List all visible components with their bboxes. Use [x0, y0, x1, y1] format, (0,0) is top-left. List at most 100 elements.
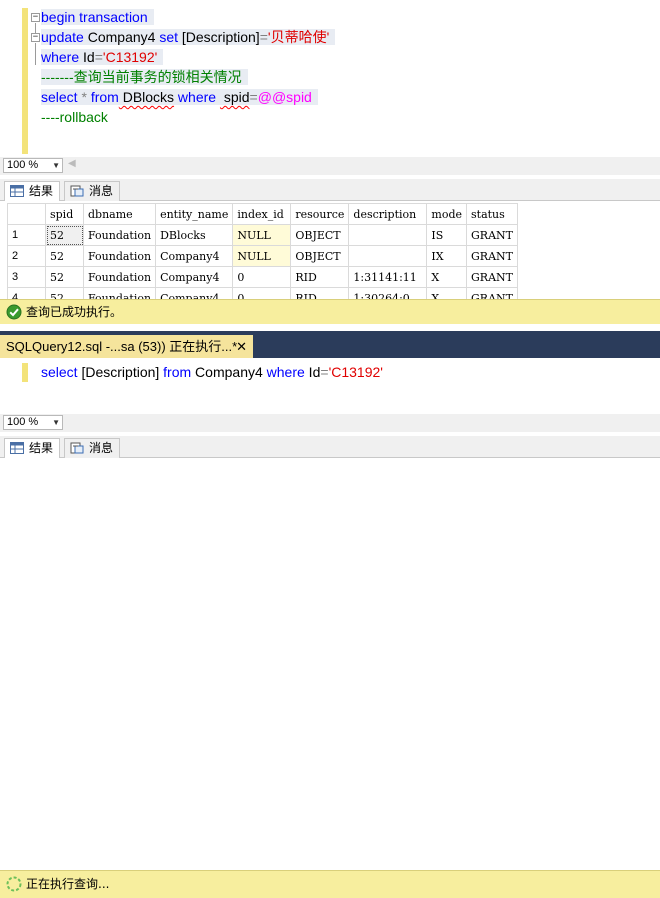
results-grid[interactable]: spid dbname entity_name index_id resource des…	[7, 203, 518, 299]
spinner-icon	[6, 876, 22, 892]
code-token: =	[320, 364, 329, 380]
table-cell[interactable]: RID	[290, 287, 350, 299]
change-indicator-bar	[22, 8, 28, 154]
table-cell[interactable]: 52	[45, 287, 84, 299]
table-cell[interactable]: Foundation	[82, 245, 157, 267]
column-header[interactable]: spid	[45, 203, 84, 225]
results-grid-area: spid dbname entity_name index_id resource des…	[0, 201, 660, 299]
row-number[interactable]: 3	[7, 266, 46, 288]
table-cell[interactable]: GRANT	[466, 266, 518, 288]
table-cell[interactable]: OBJECT	[290, 245, 350, 267]
tab-messages[interactable]: 消息	[64, 181, 121, 201]
table-cell[interactable]: GRANT	[466, 224, 518, 246]
table-cell[interactable]: Company4	[155, 245, 234, 267]
scroll-left-icon[interactable]: ◀	[68, 158, 76, 169]
column-header[interactable]: index_id	[232, 203, 292, 225]
table-row[interactable]: 2 52 Foundation Company4 NULL OBJECT IX GRANT	[7, 245, 518, 267]
document-tab-bar: SQLQuery12.sql -...sa (53)) 正在执行...* ✕	[0, 331, 660, 358]
table-cell[interactable]	[348, 224, 428, 246]
document-tab-sqlquery12[interactable]: SQLQuery12.sql -...sa (53)) 正在执行...* ✕	[0, 335, 253, 358]
table-cell[interactable]: Foundation	[82, 266, 157, 288]
code-line[interactable]: select * from DBlocks where spid=@@spid	[41, 87, 318, 107]
column-header[interactable]: resource	[290, 203, 350, 225]
code-line[interactable]: ----rollback	[41, 107, 108, 127]
code-token: where	[266, 364, 305, 380]
code-token: =	[259, 29, 268, 45]
table-cell[interactable]: NULL	[232, 245, 292, 267]
column-header[interactable]: status	[466, 203, 518, 225]
code-token: select	[41, 364, 78, 380]
table-cell[interactable]: Company4	[155, 266, 234, 288]
table-cell[interactable]: 1:31141:11	[348, 266, 428, 288]
zoom-select-1[interactable]: 100 % ▼	[3, 158, 63, 173]
table-cell[interactable]: Foundation	[82, 224, 157, 246]
column-header[interactable]: mode	[426, 203, 468, 225]
code-line[interactable]: update Company4 set [Description]='贝蒂哈使'	[41, 27, 336, 47]
code-token: Company4	[83, 29, 160, 45]
code-token: ----rollback	[41, 109, 108, 125]
code-line[interactable]: begin transaction	[41, 7, 154, 27]
table-row[interactable]: 4 52 Foundation Company4 0 RID 1:30264:0 X GRANT	[7, 287, 518, 299]
code-line[interactable]: where Id='C13192'	[41, 47, 164, 67]
row-number[interactable]: 4	[7, 287, 46, 299]
table-cell[interactable]: X	[426, 266, 468, 288]
code-line[interactable]: -------查询当前事务的锁相关情况	[41, 67, 248, 87]
query-editor-1[interactable]: − − begin transaction update Company4 set…	[0, 0, 660, 157]
fold-toggle-update[interactable]: −	[31, 33, 40, 42]
tab-messages-label: 消息	[89, 441, 114, 455]
row-number[interactable]: 1	[7, 224, 46, 246]
table-cell[interactable]: 52	[45, 224, 84, 246]
tab-results[interactable]: 结果	[4, 181, 61, 202]
grid-icon	[10, 442, 24, 454]
table-cell[interactable]: 52	[45, 266, 84, 288]
table-cell[interactable]: DBlocks	[155, 224, 234, 246]
table-cell[interactable]: NULL	[232, 224, 292, 246]
table-cell[interactable]: Foundation	[82, 287, 157, 299]
column-header[interactable]: entity_name	[155, 203, 234, 225]
table-cell[interactable]: Company4	[155, 287, 234, 299]
fold-toggle-begin[interactable]: −	[31, 13, 40, 22]
table-row[interactable]: 1 52 Foundation DBlocks NULL OBJECT IS GRANT	[7, 224, 518, 246]
code-token: 'C13192'	[102, 49, 158, 65]
chevron-down-icon: ▼	[52, 161, 60, 170]
table-cell[interactable]: IS	[426, 224, 468, 246]
table-row[interactable]: 3 52 Foundation Company4 0 RID 1:31141:11 X GRAN…	[7, 266, 518, 288]
table-cell[interactable]: RID	[290, 266, 350, 288]
result-tabs-1: 结果 消息	[0, 179, 660, 202]
table-cell[interactable]: 0	[232, 266, 292, 288]
table-cell[interactable]: IX	[426, 245, 468, 267]
close-icon[interactable]: ✕	[236, 335, 247, 358]
table-cell[interactable]	[348, 245, 428, 267]
tab-messages[interactable]: 消息	[64, 438, 121, 458]
grid-corner[interactable]	[7, 203, 46, 225]
code-line[interactable]: select [Description] from Company4 where…	[41, 362, 383, 382]
table-cell[interactable]: GRANT	[466, 245, 518, 267]
tab-results[interactable]: 结果	[4, 438, 61, 459]
table-cell[interactable]: 0	[232, 287, 292, 299]
table-cell[interactable]: OBJECT	[290, 224, 350, 246]
status-message: 正在执行查询...	[26, 877, 110, 891]
code-token: =	[94, 49, 103, 65]
table-cell[interactable]: 52	[45, 245, 84, 267]
code-token: =	[249, 89, 258, 105]
zoom-strip-1: 100 % ▼ ◀	[0, 157, 660, 175]
table-cell[interactable]: GRANT	[466, 287, 518, 299]
chevron-down-icon: ▼	[52, 418, 60, 427]
code-token: 'C13192'	[328, 364, 383, 380]
code-token: where	[41, 49, 80, 65]
tab-messages-label: 消息	[89, 184, 114, 198]
column-header[interactable]: dbname	[82, 203, 157, 225]
zoom-select-2[interactable]: 100 % ▼	[3, 415, 63, 430]
check-circle-icon	[6, 304, 22, 320]
table-cell[interactable]: X	[426, 287, 468, 299]
code-token: spid	[219, 89, 250, 105]
grid-icon	[10, 185, 24, 197]
code-token: '贝蒂哈使'	[267, 29, 330, 45]
table-cell[interactable]: 1:30264:0	[348, 287, 428, 299]
status-message: 查询已成功执行。	[26, 305, 123, 319]
code-token: [Description]	[178, 29, 260, 45]
status-bar-2: 正在执行查询...	[0, 870, 660, 898]
row-number[interactable]: 2	[7, 245, 46, 267]
query-editor-2[interactable]: select [Description] from Company4 where…	[0, 358, 660, 413]
column-header[interactable]: description	[348, 203, 428, 225]
